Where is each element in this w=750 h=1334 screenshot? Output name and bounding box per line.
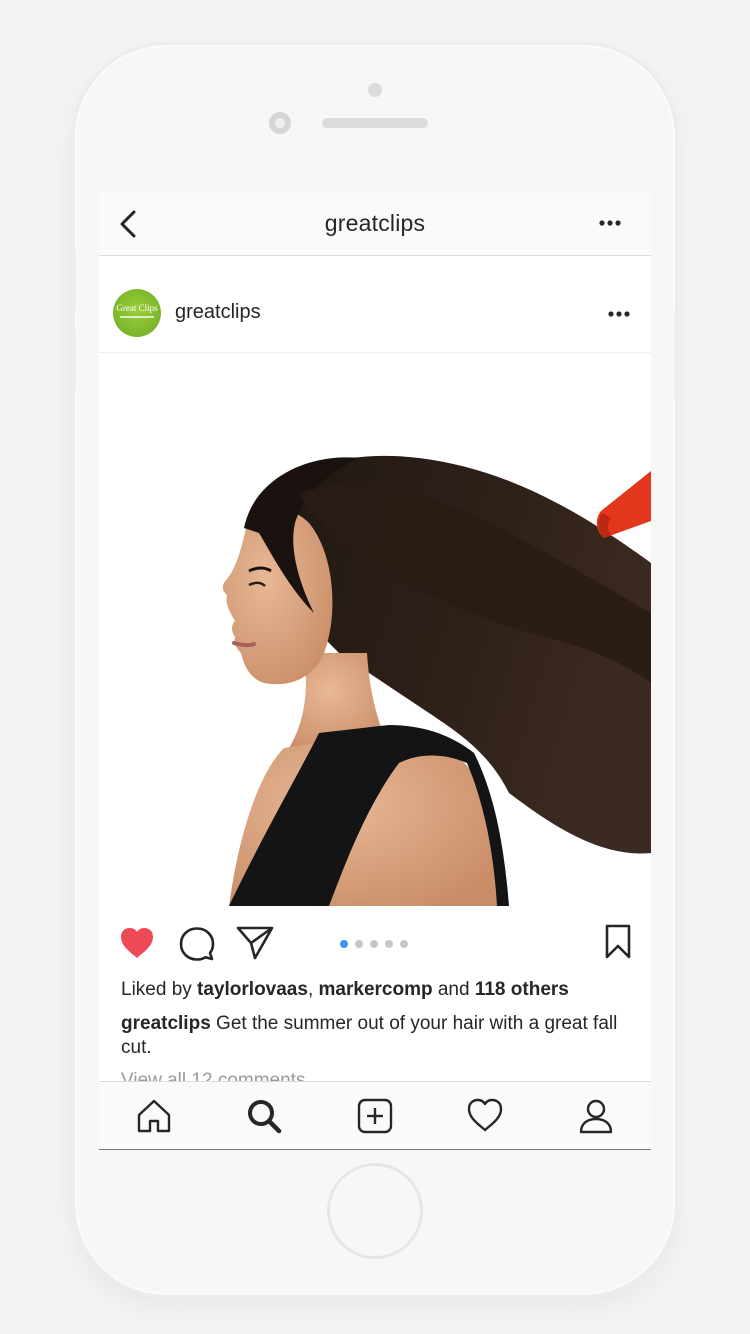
phone-home-button[interactable] (327, 1163, 423, 1259)
tab-activity[interactable] (430, 1082, 540, 1149)
more-options-icon[interactable] (596, 213, 624, 233)
caption: greatclips Get the summer out of your ha… (121, 1012, 633, 1060)
avatar-logo-line (120, 316, 154, 318)
bookmark-icon[interactable] (604, 924, 632, 960)
heart-outline-icon (467, 1098, 503, 1132)
woman-hair-photo (222, 455, 651, 906)
tab-search[interactable] (209, 1082, 319, 1149)
likes-summary: Liked by taylorlovaas, markercomp and 11… (121, 978, 633, 1002)
phone-side-button (73, 250, 76, 310)
avatar[interactable]: Great Clips (113, 289, 161, 337)
tab-new-post[interactable] (320, 1082, 430, 1149)
bottom-tab-bar (99, 1081, 651, 1149)
liker-username[interactable]: markercomp (319, 979, 433, 1000)
search-icon (248, 1100, 282, 1134)
post-more-icon[interactable] (605, 304, 633, 324)
avatar-logo-text: Great Clips (116, 303, 158, 313)
caption-username[interactable]: greatclips (121, 1013, 211, 1034)
phone-sensor (368, 83, 382, 97)
top-nav-bar: greatclips (99, 193, 651, 256)
carousel-dot (370, 940, 378, 948)
home-icon (137, 1099, 171, 1133)
post-photo[interactable] (99, 353, 651, 906)
user-icon (579, 1099, 613, 1134)
carousel-indicator (340, 940, 408, 950)
carousel-dot (385, 940, 393, 948)
likes-separator: , (307, 979, 319, 1000)
likes-conjunction: and (432, 979, 475, 1000)
phone-camera (269, 112, 291, 134)
profile-title: greatclips (324, 210, 426, 236)
app-screen: greatclips Great Clips greatclips Liked … (99, 193, 651, 1150)
like-heart-filled-icon[interactable] (119, 926, 155, 960)
carousel-dot (355, 940, 363, 948)
tab-home[interactable] (99, 1082, 209, 1149)
post-username[interactable]: greatclips (175, 301, 261, 324)
share-icon[interactable] (236, 925, 274, 961)
carousel-dot (340, 940, 348, 948)
likes-others-link[interactable]: 118 others (475, 979, 569, 1000)
post-header: Great Clips greatclips (99, 256, 651, 353)
phone-power-button (674, 310, 677, 400)
plus-square-icon (357, 1098, 393, 1134)
comment-icon[interactable] (179, 926, 215, 962)
post-caption-block: Liked by taylorlovaas, markercomp and 11… (121, 978, 633, 1060)
tab-profile[interactable] (541, 1082, 651, 1149)
post-actions (99, 908, 651, 980)
likes-prefix: Liked by (121, 979, 198, 1000)
phone-speaker (322, 118, 428, 128)
liker-username[interactable]: taylorlovaas (197, 979, 308, 1000)
carousel-dot (400, 940, 408, 948)
phone-side-button (73, 330, 76, 390)
